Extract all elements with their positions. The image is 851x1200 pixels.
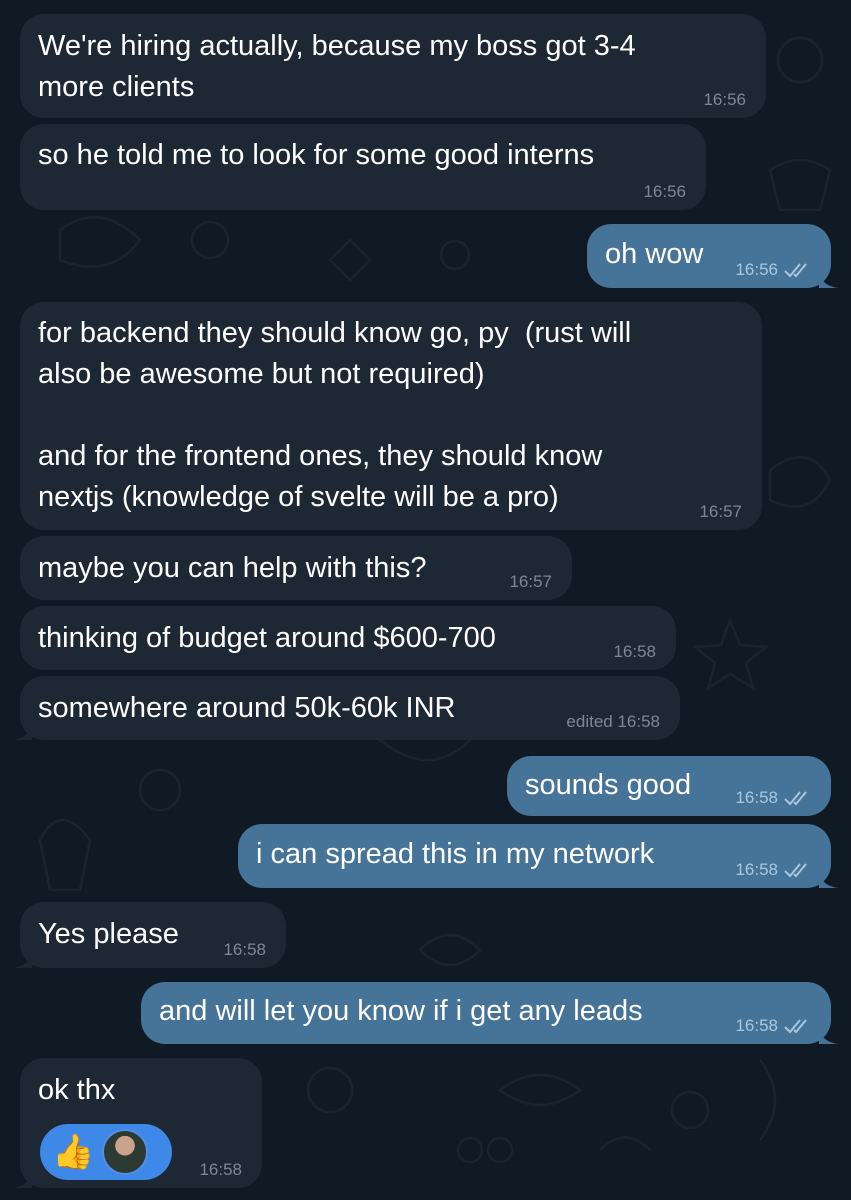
message-meta: 16:56 bbox=[703, 90, 746, 110]
bubble-tail-icon bbox=[12, 948, 32, 968]
outgoing-message[interactable]: oh wow 16:56 bbox=[587, 224, 839, 288]
incoming-message[interactable]: maybe you can help with this? 16:57 bbox=[20, 536, 572, 600]
message-meta: 16:57 bbox=[509, 572, 552, 592]
message-time: 16:58 bbox=[223, 940, 266, 959]
message-meta: 16:58 bbox=[735, 860, 811, 880]
message-text: ok thx bbox=[38, 1074, 116, 1106]
message-time: 16:58 bbox=[735, 788, 778, 807]
incoming-message[interactable]: We're hiring actually, because my boss g… bbox=[20, 14, 766, 118]
avatar bbox=[102, 1129, 149, 1175]
message-text: We're hiring actually, because my boss g… bbox=[38, 30, 636, 103]
message-time: 16:56 bbox=[643, 182, 686, 201]
message-time: 16:57 bbox=[509, 572, 552, 591]
message-meta: 16:58 bbox=[735, 788, 811, 808]
bubble-tail-icon bbox=[819, 1024, 839, 1044]
bubble-tail-icon bbox=[819, 868, 839, 888]
incoming-message[interactable]: so he told me to look for some good inte… bbox=[20, 124, 706, 210]
message-meta: edited 16:58 bbox=[566, 712, 660, 732]
outgoing-message[interactable]: sounds good 16:58 bbox=[507, 756, 831, 816]
message-time: 16:56 bbox=[703, 90, 746, 109]
outgoing-message[interactable]: i can spread this in my network 16:58 bbox=[238, 824, 839, 888]
message-text: i can spread this in my network bbox=[256, 838, 655, 870]
message-text: for backend they should know go, py (rus… bbox=[38, 317, 632, 513]
message-time: 16:58 bbox=[735, 1016, 778, 1035]
message-meta: 16:58 bbox=[613, 642, 656, 662]
message-time: 16:58 bbox=[613, 642, 656, 661]
double-check-icon bbox=[784, 1019, 807, 1034]
incoming-message[interactable]: thinking of budget around $600-700 16:58 bbox=[20, 606, 676, 670]
double-check-icon bbox=[784, 263, 807, 278]
message-meta: 16:57 bbox=[699, 502, 742, 522]
incoming-message[interactable]: for backend they should know go, py (rus… bbox=[20, 302, 762, 530]
message-meta: 16:56 bbox=[735, 260, 811, 280]
message-text: and will let you know if i get any leads bbox=[159, 995, 643, 1027]
message-time: 16:57 bbox=[699, 502, 742, 521]
double-check-icon bbox=[784, 863, 807, 878]
message-meta: 16:58 bbox=[735, 1016, 811, 1036]
message-text: so he told me to look for some good inte… bbox=[38, 139, 595, 171]
bubble-tail-icon bbox=[12, 720, 32, 740]
message-time: 16:56 bbox=[735, 260, 778, 279]
bubble-tail-icon bbox=[819, 268, 839, 288]
incoming-message[interactable]: somewhere around 50k-60k INR edited 16:5… bbox=[12, 676, 680, 740]
message-list[interactable]: We're hiring actually, because my boss g… bbox=[0, 0, 851, 1200]
incoming-message[interactable]: ok thx 👍 16:58 bbox=[12, 1058, 262, 1188]
message-meta: 16:56 bbox=[643, 182, 686, 202]
message-meta: 16:58 bbox=[199, 1160, 242, 1180]
message-time: 16:58 bbox=[199, 1160, 242, 1179]
message-time: 16:58 bbox=[735, 860, 778, 879]
message-time: edited 16:58 bbox=[566, 712, 660, 731]
outgoing-message[interactable]: and will let you know if i get any leads… bbox=[141, 982, 839, 1044]
bubble-tail-icon bbox=[12, 1168, 32, 1188]
double-check-icon bbox=[784, 791, 807, 806]
reaction-pill[interactable]: 👍 bbox=[40, 1124, 172, 1180]
thumbs-up-icon: 👍 bbox=[52, 1133, 95, 1171]
message-text: thinking of budget around $600-700 bbox=[38, 622, 496, 654]
message-text: maybe you can help with this? bbox=[38, 552, 427, 584]
message-meta: 16:58 bbox=[223, 940, 266, 960]
incoming-message[interactable]: Yes please 16:58 bbox=[12, 902, 286, 968]
